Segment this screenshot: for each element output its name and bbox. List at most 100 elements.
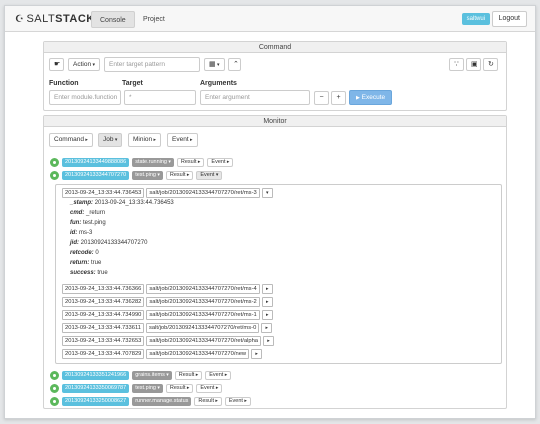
event-collapse-button[interactable] (261, 188, 273, 198)
action-dropdown[interactable]: Action (68, 58, 100, 71)
event-label: Event (228, 398, 243, 404)
status-ok-icon (50, 397, 59, 406)
user-badge[interactable]: saltwui (461, 13, 490, 25)
event-field: retcode: 0 (70, 250, 99, 256)
result-button[interactable]: Result (174, 371, 203, 380)
tab-event-label: Event (172, 136, 189, 143)
result-label: Result (198, 398, 214, 404)
event-button[interactable]: Event (196, 384, 223, 393)
event-button[interactable]: Event (207, 158, 234, 167)
event-entry: 2013-09-24_13:33:44.734990 salt/job/2013… (62, 310, 273, 320)
command-panel-title: Command (44, 42, 506, 53)
job-function-badge[interactable]: test.ping (132, 384, 163, 393)
result-label: Result (180, 159, 197, 165)
event-timestamp: 2013-09-24_13:33:44.736366 (62, 284, 145, 294)
event-expand-button[interactable] (263, 336, 275, 346)
job-id-badge[interactable]: 20130924133344707270 (62, 171, 130, 180)
salt-ui-window: ☪ SALT STACK Console Project saltwui Logo… (4, 5, 536, 419)
play-icon: ▶ (356, 95, 360, 101)
job-row: 20130924133449888086 state.running Resul… (50, 157, 234, 168)
brand-logo[interactable]: ☪ SALT STACK (15, 13, 95, 25)
job-row: 20130924133350069787 test.ping Result Ev… (50, 383, 223, 394)
pin-toggle-button[interactable]: ☛ (49, 58, 64, 71)
event-timestamp: 2013-09-24_13:33:44.736282 (62, 297, 145, 307)
job-function-badge[interactable]: state.running (132, 158, 174, 167)
briefcase-icon: ▣ (471, 61, 478, 68)
rss-button[interactable]: ∵ (449, 58, 464, 71)
remove-argument-button[interactable]: − (314, 91, 329, 105)
function-input[interactable]: Enter module.function (49, 90, 121, 105)
job-id-badge[interactable]: 20130924133250008627 (62, 397, 130, 406)
collapse-button[interactable]: ⌃ (228, 58, 241, 71)
function-label: Function (49, 80, 79, 87)
event-entry: 2013-09-24_13:33:44.736453 salt/job/2013… (62, 188, 273, 198)
field-key: return: (70, 260, 90, 266)
event-expand-button[interactable] (261, 284, 273, 294)
event-field: fun: test.ping (70, 220, 106, 226)
event-tag: salt/job/20130924133344707270/ret/ms-2 (146, 297, 260, 307)
target-input[interactable]: * (124, 90, 196, 105)
target-pattern-input[interactable]: Enter target pattern (104, 57, 200, 72)
event-button[interactable]: Event (205, 371, 232, 380)
pin-icon: ☛ (54, 61, 61, 68)
event-timestamp: 2013-09-24_13:33:44.733611 (62, 323, 144, 333)
event-timestamp: 2013-09-24_13:33:44.734990 (62, 310, 145, 320)
event-tag: salt/job/20130924133344707270/ret/alpha (146, 336, 262, 346)
monitor-panel: Monitor Command Job Minion Event 2013092… (43, 115, 507, 409)
top-navbar: ☪ SALT STACK Console Project saltwui Logo… (5, 6, 535, 32)
event-expand-button[interactable] (261, 310, 273, 320)
event-expand-button[interactable] (261, 323, 273, 333)
logout-button[interactable]: Logout (491, 11, 527, 27)
event-tag: salt/job/20130924133344707270/new (146, 349, 250, 359)
result-button[interactable]: Result (165, 384, 194, 393)
event-field: jid: 20130924133344707270 (70, 240, 147, 246)
action-label: Action (73, 61, 92, 68)
tab-event[interactable]: Event (167, 133, 198, 147)
field-value: 2013-09-24_13:33:44.736453 (94, 200, 174, 206)
tab-minion[interactable]: Minion (128, 133, 162, 147)
nav-project[interactable]: Project (135, 11, 173, 28)
result-button[interactable]: Result (165, 171, 194, 180)
tab-minion-label: Minion (133, 136, 153, 143)
field-key: retcode: (70, 250, 94, 256)
field-key: jid: (70, 240, 79, 246)
argument-input[interactable]: Enter argument (200, 90, 310, 105)
field-value: true (97, 270, 108, 276)
event-entry: 2013-09-24_13:33:44.733611 salt/job/2013… (62, 323, 273, 333)
event-field: cmd: _return (70, 210, 105, 216)
briefcase-button[interactable]: ▣ (466, 58, 481, 71)
refresh-button[interactable]: ↻ (483, 58, 498, 71)
event-label: Event (200, 172, 215, 178)
result-button[interactable]: Result (194, 397, 222, 406)
job-function-badge[interactable]: grains.items (132, 371, 172, 380)
nav-console[interactable]: Console (91, 11, 135, 28)
execute-button[interactable]: ▶ Execute (349, 90, 393, 105)
result-label: Result (169, 172, 186, 178)
event-label: Event (209, 372, 224, 378)
event-tag: salt/job/20130924133344707270/ret/ms-4 (146, 284, 260, 294)
monitor-panel-title: Monitor (44, 116, 506, 127)
event-expand-button[interactable] (261, 297, 273, 307)
field-key: id: (70, 230, 78, 236)
tab-job[interactable]: Job (98, 133, 123, 147)
event-tag: salt/job/20130924133344707270/ret/ms-0 (145, 323, 260, 333)
job-function-badge[interactable]: runner.manage.status (132, 397, 192, 406)
event-entry: 2013-09-24_13:33:44.707829 salt/job/2013… (62, 349, 263, 359)
job-function-label: state.running (135, 159, 167, 165)
add-argument-button[interactable]: + (331, 91, 346, 105)
event-expand-button[interactable] (251, 349, 263, 359)
event-button[interactable]: Event (224, 397, 251, 406)
job-row: 20130924133344707270 test.ping Result Ev… (50, 170, 223, 181)
job-function-badge[interactable]: test.ping (132, 171, 163, 180)
job-id-badge[interactable]: 20130924133350069787 (62, 384, 130, 393)
options-dropdown[interactable]: ▦ (204, 58, 225, 71)
field-key: fun: (70, 220, 82, 226)
field-value: true (91, 260, 102, 266)
event-entry: 2013-09-24_13:33:44.736366 salt/job/2013… (62, 284, 273, 294)
result-button[interactable]: Result (176, 158, 205, 167)
job-id-badge[interactable]: 20130924133449888086 (62, 158, 130, 167)
tab-command[interactable]: Command (49, 133, 93, 147)
job-id-badge[interactable]: 20130924133351241966 (62, 371, 130, 380)
event-button[interactable]: Event (196, 171, 223, 180)
status-ok-icon (50, 171, 59, 180)
